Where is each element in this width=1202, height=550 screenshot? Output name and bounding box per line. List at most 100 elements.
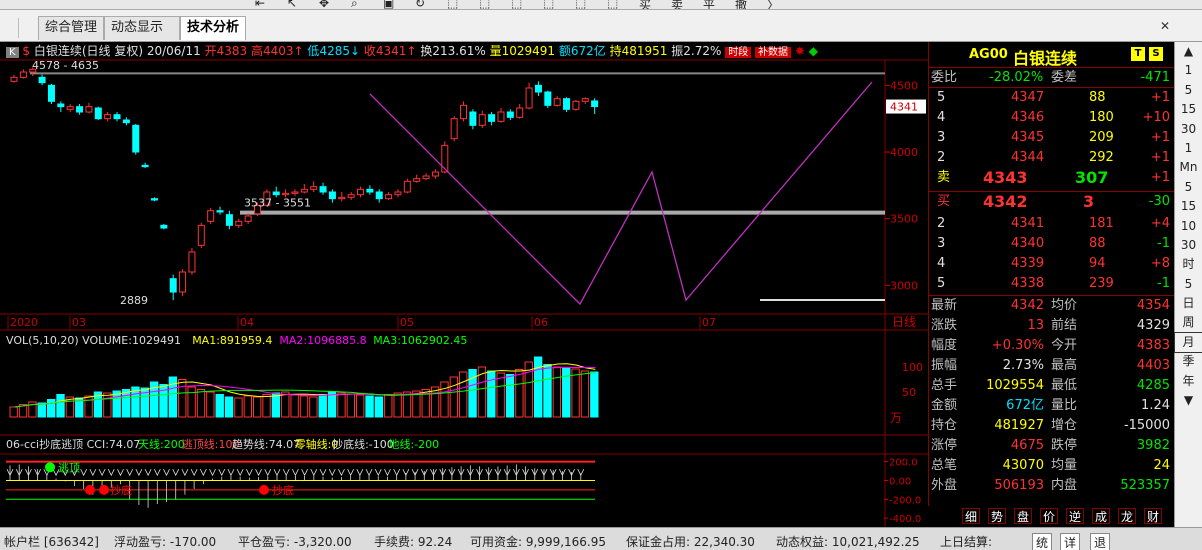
period-button-15[interactable]: 月 bbox=[1174, 331, 1202, 354]
stat-value: 43070 bbox=[1002, 458, 1044, 473]
date-tick: 06 bbox=[534, 316, 548, 329]
toolbar-icon-1[interactable]: ↖ bbox=[287, 0, 297, 9]
s-icon[interactable]: S bbox=[1149, 47, 1163, 61]
toolbar-icon-6[interactable]: ⬚ bbox=[447, 0, 458, 9]
toolbar-icon-10[interactable]: ⬚ bbox=[575, 0, 586, 9]
detail-button[interactable]: 详 bbox=[1060, 533, 1081, 550]
candle-body bbox=[572, 100, 580, 110]
period-button-8[interactable]: 15 bbox=[1175, 197, 1202, 216]
cci-arrow bbox=[117, 468, 124, 477]
cci-arrow bbox=[181, 468, 189, 477]
period-button-1[interactable]: 1 bbox=[1175, 61, 1202, 80]
candle-body bbox=[10, 76, 18, 82]
toolbar-icon-7[interactable]: ⬚ bbox=[479, 0, 490, 9]
volume-bar bbox=[393, 392, 402, 418]
toolbar-icon-13[interactable]: 卖 bbox=[671, 0, 683, 9]
quote-tab-4[interactable]: 逆 bbox=[1066, 508, 1084, 524]
toolbar-icon-8[interactable]: ⬚ bbox=[511, 0, 522, 9]
quote-tab-6[interactable]: 龙 bbox=[1118, 508, 1136, 524]
cci-arrow bbox=[163, 468, 170, 477]
quote-tab-7[interactable]: 财 bbox=[1144, 508, 1162, 524]
stat-value: +0.30% bbox=[991, 338, 1044, 353]
vol-tick: 50 bbox=[902, 386, 916, 399]
toolbar-icon-15[interactable]: 撤 bbox=[735, 0, 747, 9]
stat-label: 涨跌 bbox=[931, 318, 958, 333]
period-button-16[interactable]: 季 bbox=[1175, 352, 1202, 371]
toolbar-icon-0[interactable]: ⇤ bbox=[255, 0, 265, 9]
buy-change: -1 bbox=[1157, 276, 1170, 291]
toolbar-icon-9[interactable]: ⬚ bbox=[543, 0, 554, 9]
level-label: 4 bbox=[937, 110, 946, 125]
price-tick: 3500 bbox=[890, 213, 918, 226]
buy-volume: 3 bbox=[1083, 192, 1095, 211]
toolbar-icon-14[interactable]: 平 bbox=[703, 0, 715, 9]
t-icon[interactable]: T bbox=[1131, 47, 1145, 61]
level-label: 3 bbox=[937, 130, 946, 145]
period-button-5[interactable]: 1 bbox=[1175, 139, 1202, 158]
toolbar-icon-4[interactable]: ▣ bbox=[383, 0, 394, 9]
buy-row: 买 4342 3 -30 bbox=[929, 192, 1174, 214]
volume-bar bbox=[365, 395, 374, 418]
candle-body bbox=[319, 186, 327, 193]
level-label: 卖 bbox=[937, 170, 951, 185]
volume-bar bbox=[84, 395, 93, 418]
period-button-9[interactable]: 10 bbox=[1175, 217, 1202, 236]
quote-tab-0[interactable]: 细 bbox=[962, 508, 980, 524]
toolbar-icon-16[interactable]: 〉 bbox=[767, 0, 779, 9]
period-button-10[interactable]: 30 bbox=[1175, 236, 1202, 255]
candle-body bbox=[581, 98, 589, 102]
tab-comprehensive[interactable]: 综合管理 bbox=[38, 16, 104, 40]
period-button-12[interactable]: 5 bbox=[1175, 275, 1202, 294]
sell-price: 4343 bbox=[983, 168, 1028, 187]
period-button-2[interactable]: 5 bbox=[1175, 81, 1202, 100]
close-icon[interactable]: ✕ bbox=[1160, 20, 1172, 32]
period-button-0[interactable]: ▲ bbox=[1175, 42, 1202, 61]
stat-row: 外盘 506193 内盘 523357 bbox=[929, 476, 1174, 496]
stat-value: 24 bbox=[1153, 458, 1170, 473]
stats-button[interactable]: 统 bbox=[1032, 533, 1053, 550]
level-label: 5 bbox=[937, 90, 946, 105]
quote-tab-3[interactable]: 价 bbox=[1040, 508, 1058, 524]
sell-price: 4346 bbox=[1011, 110, 1045, 125]
quote-tab-5[interactable]: 成 bbox=[1092, 508, 1110, 524]
toolbar-icon-12[interactable]: 买 bbox=[639, 0, 651, 9]
quote-tab-2[interactable]: 盘 bbox=[1014, 508, 1032, 524]
cci-arrow bbox=[338, 468, 345, 477]
quote-tab-1[interactable]: 势 bbox=[988, 508, 1006, 524]
period-button-3[interactable]: 15 bbox=[1175, 100, 1202, 119]
toolbar-icon-2[interactable]: ✥ bbox=[319, 0, 329, 9]
candle-body bbox=[197, 224, 205, 246]
candle-body bbox=[553, 98, 561, 106]
volume-bar bbox=[590, 371, 599, 418]
weicha-value: -471 bbox=[1140, 70, 1170, 85]
period-button-11[interactable]: 时 bbox=[1175, 255, 1202, 274]
toolbar-icon-11[interactable]: ⬚ bbox=[607, 0, 618, 9]
volume-bar bbox=[337, 392, 346, 418]
stat-label: 内盘 bbox=[1051, 478, 1078, 493]
period-button-18[interactable]: ▼ bbox=[1175, 391, 1202, 410]
toolbar-icon-3[interactable]: ⌕ bbox=[351, 0, 358, 9]
volume-bar bbox=[374, 396, 384, 418]
volume-bar bbox=[487, 370, 496, 418]
period-button-6[interactable]: Mn bbox=[1175, 158, 1202, 177]
stat-value: 672亿 bbox=[1006, 398, 1044, 413]
period-button-17[interactable]: 年 bbox=[1175, 372, 1202, 391]
weicha-label: 委差 bbox=[1051, 70, 1078, 85]
sell-row: 4 4346 180 +10 bbox=[929, 108, 1174, 128]
sell-change: +1 bbox=[1150, 130, 1170, 145]
exit-button[interactable]: 退 bbox=[1090, 533, 1111, 550]
period-button-7[interactable]: 5 bbox=[1175, 178, 1202, 197]
period-button-13[interactable]: 日 bbox=[1175, 294, 1202, 313]
period-button-4[interactable]: 30 bbox=[1175, 120, 1202, 139]
toolbar-icon-5[interactable]: ↻ bbox=[415, 0, 425, 9]
cci-arrow bbox=[236, 468, 244, 477]
last-price-tag: 4341 bbox=[890, 101, 918, 114]
period-button-14[interactable]: 周 bbox=[1175, 313, 1202, 332]
tab-dynamic-board[interactable]: 动态显示牌 bbox=[104, 16, 180, 57]
buy-volume: 239 bbox=[1089, 276, 1114, 291]
tab-technical-analysis[interactable]: 技术分析 bbox=[180, 16, 246, 40]
technical-chart[interactable]: K $ 白银连续(日线 复权) 20/06/11 开4383 高4403↑ 低4… bbox=[0, 42, 928, 527]
cci-arrow bbox=[126, 468, 134, 477]
sell-row: 5 4347 88 +1 bbox=[929, 88, 1174, 108]
volume-bar bbox=[299, 395, 309, 418]
